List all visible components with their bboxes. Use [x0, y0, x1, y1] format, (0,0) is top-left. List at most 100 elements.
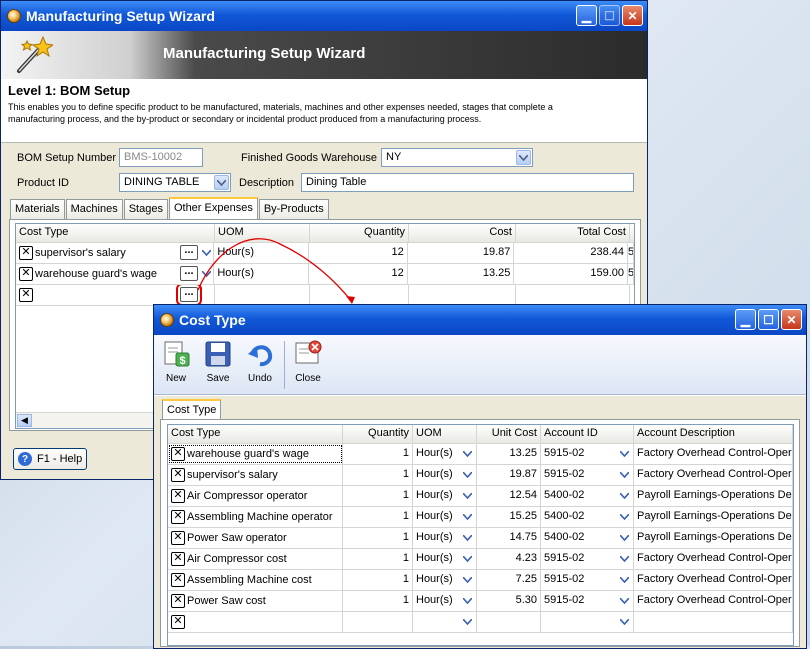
delete-row-icon[interactable]: ✕: [171, 615, 185, 629]
uom-cell[interactable]: [215, 285, 310, 305]
quantity-cell[interactable]: 1: [343, 528, 413, 548]
cost-type-cell[interactable]: ✕ Power Saw operator: [168, 528, 343, 548]
delete-row-icon[interactable]: ✕: [171, 594, 185, 608]
uom-cell[interactable]: Hour(s): [413, 549, 477, 569]
help-button[interactable]: ? F1 - Help: [13, 448, 87, 470]
new-button[interactable]: $ New: [158, 339, 194, 384]
chevron-down-icon[interactable]: [618, 594, 631, 608]
header-cost-type[interactable]: Cost Type: [16, 224, 215, 242]
account-id-cell[interactable]: 5400-02: [541, 528, 634, 548]
unit-cost-cell[interactable]: 14.75: [477, 528, 541, 548]
header-account-description[interactable]: Account Description: [634, 425, 793, 443]
header-uom[interactable]: UOM: [215, 224, 310, 242]
chevron-down-icon[interactable]: [461, 573, 474, 587]
quantity-cell[interactable]: 1: [343, 444, 413, 464]
delete-row-icon[interactable]: ✕: [171, 489, 185, 503]
cost-type-cell[interactable]: ✕ ...: [16, 285, 215, 305]
tab-machines[interactable]: Machines: [65, 199, 123, 219]
overflow-cell[interactable]: 5: [628, 264, 634, 284]
delete-row-icon[interactable]: ✕: [19, 267, 33, 281]
chevron-down-icon[interactable]: [618, 510, 631, 524]
account-description-cell[interactable]: Factory Overhead Control-Oper: [634, 444, 793, 464]
table-row[interactable]: ✕ Air Compressor operator 1 Hour(s) 12.54 540…: [168, 486, 793, 507]
total-cost-cell[interactable]: [516, 285, 630, 305]
close-button[interactable]: ✕: [622, 5, 643, 26]
chevron-down-icon[interactable]: [618, 468, 631, 482]
overflow-cell[interactable]: 5: [628, 243, 634, 263]
uom-cell[interactable]: Hour(s): [413, 444, 477, 464]
quantity-cell[interactable]: 1: [343, 549, 413, 569]
total-cost-cell[interactable]: 159.00: [514, 264, 629, 284]
tab-other-expenses[interactable]: Other Expenses: [168, 197, 258, 219]
table-row[interactable]: ✕ supervisor's salary ... Hour(s) 12 19.8…: [16, 243, 634, 264]
quantity-cell[interactable]: 1: [343, 507, 413, 527]
chevron-down-icon[interactable]: [618, 615, 631, 629]
chevron-down-icon[interactable]: [516, 150, 531, 165]
uom-cell[interactable]: [413, 612, 477, 632]
new-table-row[interactable]: ✕ ...: [16, 285, 634, 306]
chevron-down-icon[interactable]: [461, 552, 474, 566]
account-description-cell[interactable]: Factory Overhead Control-Oper: [634, 570, 793, 590]
unit-cost-cell[interactable]: 12.54: [477, 486, 541, 506]
account-description-cell[interactable]: Payroll Earnings-Operations Dep: [634, 486, 793, 506]
table-row[interactable]: ✕ Power Saw cost 1 Hour(s) 5.30 5915-02 Factor…: [168, 591, 793, 612]
uom-cell[interactable]: Hour(s): [214, 243, 310, 263]
uom-cell[interactable]: Hour(s): [413, 486, 477, 506]
chevron-down-icon[interactable]: [461, 468, 474, 482]
quantity-cell[interactable]: 12: [309, 264, 408, 284]
chevron-down-icon[interactable]: [461, 594, 474, 608]
quantity-cell[interactable]: 1: [343, 465, 413, 485]
ellipsis-button[interactable]: ...: [176, 285, 202, 305]
account-description-cell[interactable]: Factory Overhead Control-Oper: [634, 591, 793, 611]
chevron-down-icon[interactable]: [200, 267, 213, 281]
tab-by-products[interactable]: By-Products: [258, 199, 329, 219]
header-quantity[interactable]: Quantity: [343, 425, 413, 443]
new-table-row[interactable]: ✕: [168, 612, 793, 633]
cost-type-cell[interactable]: ✕ Power Saw cost: [168, 591, 343, 611]
ellipsis-button[interactable]: ...: [180, 266, 198, 281]
maximize-button[interactable]: ☐: [758, 309, 779, 330]
table-row[interactable]: ✕ Power Saw operator 1 Hour(s) 14.75 5400-02 P…: [168, 528, 793, 549]
scroll-left-icon[interactable]: ◀: [17, 414, 32, 427]
table-row[interactable]: ✕ warehouse guard's wage ... Hour(s) 12 1…: [16, 264, 634, 285]
main-titlebar[interactable]: Manufacturing Setup Wizard ▁ ☐ ✕: [1, 1, 647, 31]
delete-row-icon[interactable]: ✕: [171, 468, 185, 482]
header-account-id[interactable]: Account ID: [541, 425, 634, 443]
header-unit-cost[interactable]: Unit Cost: [477, 425, 541, 443]
account-id-cell[interactable]: 5915-02: [541, 549, 634, 569]
total-cost-cell[interactable]: 238.44: [514, 243, 629, 263]
unit-cost-cell[interactable]: 5.30: [477, 591, 541, 611]
account-id-cell[interactable]: 5915-02: [541, 591, 634, 611]
table-row[interactable]: ✕ Assembling Machine operator 1 Hour(s) 15.2…: [168, 507, 793, 528]
chevron-down-icon[interactable]: [461, 489, 474, 503]
header-cost-type[interactable]: Cost Type: [168, 425, 343, 443]
cost-type-cell[interactable]: ✕: [168, 612, 343, 632]
cost-type-cell[interactable]: ✕ Assembling Machine operator: [168, 507, 343, 527]
cost-type-cell[interactable]: ✕ Air Compressor operator: [168, 486, 343, 506]
table-row[interactable]: ✕ Air Compressor cost 1 Hour(s) 4.23 5915-02 F…: [168, 549, 793, 570]
popup-titlebar[interactable]: Cost Type ▁ ☐ ✕: [154, 305, 806, 335]
close-tool-button[interactable]: Close: [290, 339, 326, 384]
cost-type-cell[interactable]: ✕ supervisor's salary ...: [16, 243, 215, 263]
ellipsis-button[interactable]: ...: [180, 245, 198, 260]
uom-cell[interactable]: Hour(s): [413, 528, 477, 548]
account-description-cell[interactable]: Payroll Earnings-Operations Dep: [634, 507, 793, 527]
cost-type-cell[interactable]: ✕ Air Compressor cost: [168, 549, 343, 569]
finished-goods-warehouse-select[interactable]: NY: [381, 148, 533, 167]
chevron-down-icon[interactable]: [461, 531, 474, 545]
cost-type-cell[interactable]: ✕ warehouse guard's wage: [168, 444, 343, 464]
uom-cell[interactable]: Hour(s): [413, 591, 477, 611]
tab-cost-type[interactable]: Cost Type: [162, 399, 222, 421]
table-row[interactable]: ✕ supervisor's salary 1 Hour(s) 19.87 5915-02…: [168, 465, 793, 486]
product-id-select[interactable]: DINING TABLE: [119, 173, 231, 192]
quantity-cell[interactable]: 1: [343, 570, 413, 590]
delete-row-icon[interactable]: ✕: [171, 531, 185, 545]
bom-setup-number-field[interactable]: BMS-10002: [119, 148, 203, 167]
close-button[interactable]: ✕: [781, 309, 802, 330]
unit-cost-cell[interactable]: 7.25: [477, 570, 541, 590]
quantity-cell[interactable]: 1: [343, 591, 413, 611]
uom-cell[interactable]: Hour(s): [214, 264, 310, 284]
cost-type-cell[interactable]: ✕ supervisor's salary: [168, 465, 343, 485]
undo-button[interactable]: Undo: [242, 339, 278, 384]
unit-cost-cell[interactable]: 4.23: [477, 549, 541, 569]
